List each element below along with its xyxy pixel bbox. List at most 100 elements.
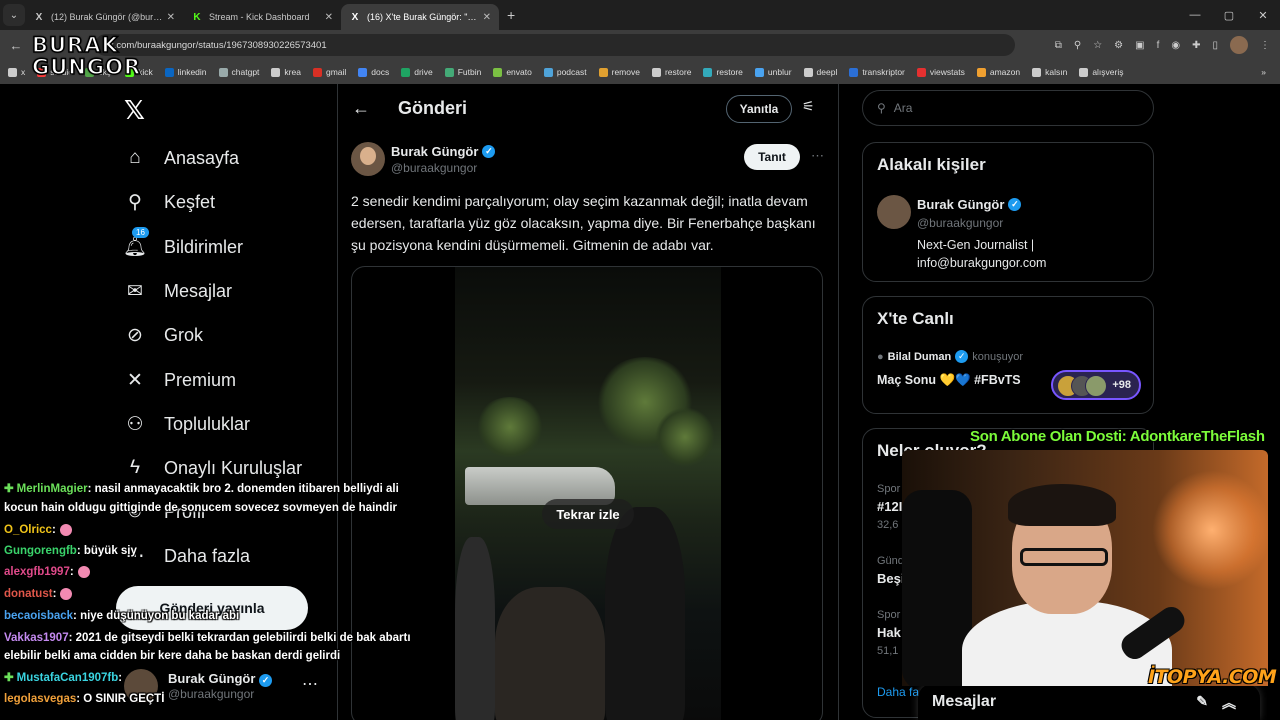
related-handle[interactable]: @buraakgungor xyxy=(917,216,1003,230)
bookmark-item[interactable]: restore xyxy=(651,67,691,77)
tab-close-icon[interactable]: ✕ xyxy=(483,12,491,23)
person-silhouette xyxy=(455,537,495,720)
nav-item-anasayfa[interactable]: ⌂ Anasayfa xyxy=(124,138,239,178)
browser-tab-2[interactable]: K Stream - Kick Dashboard ✕ xyxy=(183,4,341,30)
bookmark-favicon-icon xyxy=(218,67,228,77)
replay-button[interactable]: Tekrar izle xyxy=(542,499,634,529)
trend-name[interactable]: Beşi xyxy=(877,571,904,586)
bookmark-label: Futbin xyxy=(457,67,482,77)
bookmark-item[interactable]: gmail xyxy=(312,67,346,77)
messages-drawer[interactable]: Mesajlar ✎ ︽ xyxy=(918,684,1260,720)
space-listeners-pill[interactable]: +98 xyxy=(1051,370,1141,400)
bookmark-item[interactable]: chatgpt xyxy=(218,67,259,77)
bookmark-item[interactable]: viewstats xyxy=(916,67,965,77)
bookmark-favicon-icon xyxy=(651,67,661,77)
bookmark-item[interactable]: remove xyxy=(598,67,640,77)
bookmark-item[interactable]: Futbin xyxy=(444,67,482,77)
bookmark-favicon-icon xyxy=(543,67,553,77)
browser-tab-1[interactable]: X (12) Burak Güngör (@buraakgu ✕ xyxy=(25,4,183,30)
nav-item-bildirimler[interactable]: 🔔︎ 16 Bildirimler xyxy=(123,227,243,267)
more-bookmarks-icon[interactable]: » xyxy=(1261,67,1266,77)
bookmark-item[interactable]: envato xyxy=(493,67,532,77)
kebab-menu-icon[interactable]: ⋮ xyxy=(1260,40,1270,51)
x-logo-icon[interactable]: 𝕏 xyxy=(124,96,145,126)
bookmark-item[interactable]: kalsın xyxy=(1032,67,1067,77)
nav-label: Anasayfa xyxy=(164,147,240,168)
bookmark-item[interactable]: unblur xyxy=(754,67,792,77)
extension-icon[interactable]: f xyxy=(1157,40,1160,51)
live-host[interactable]: ● Bilal Duman ✓ konuşuyor xyxy=(877,350,1023,363)
verified-badge-icon: ✓ xyxy=(955,350,969,363)
bookmark-item[interactable]: x xyxy=(8,67,25,77)
sidebar-icon[interactable]: ▯ xyxy=(1212,40,1218,51)
trend-name[interactable]: Hak xyxy=(877,625,901,640)
avatar[interactable] xyxy=(877,195,911,229)
extension-icon[interactable]: ◉ xyxy=(1171,40,1180,51)
nav-item-premium[interactable]: ✕ Premium xyxy=(124,360,236,400)
space-title[interactable]: Maç Sonu 💛💙 #FBvTS xyxy=(877,373,1021,388)
nav-item-mesajlar[interactable]: ✉ Mesajlar xyxy=(124,271,232,311)
bookmark-item[interactable]: deepl xyxy=(803,67,837,77)
author-handle[interactable]: @buraakgungor xyxy=(391,161,477,175)
back-icon[interactable]: ← xyxy=(2,38,30,53)
bookmark-item[interactable]: docs xyxy=(358,67,389,77)
bookmark-star-icon[interactable]: ☆ xyxy=(1093,40,1102,51)
nav-item-ke-fet[interactable]: ⚲ Keşfet xyxy=(124,182,215,222)
new-message-icon[interactable]: ✎ xyxy=(1196,693,1208,713)
minimize-icon[interactable]: — xyxy=(1178,0,1212,30)
author-name[interactable]: Burak Güngör ✓ xyxy=(391,144,496,159)
reply-button[interactable]: Yanıtla xyxy=(726,95,792,123)
bookmark-item[interactable]: transkriptor xyxy=(849,67,905,77)
tab-close-icon[interactable]: ✕ xyxy=(325,12,333,23)
nav-item-topluluklar[interactable]: ⚇ Topluluklar xyxy=(124,404,250,444)
related-name[interactable]: Burak Güngör ✓ xyxy=(917,197,1022,212)
close-window-icon[interactable]: ✕ xyxy=(1246,0,1280,30)
profile-avatar[interactable] xyxy=(1230,36,1248,54)
extension-icon[interactable]: ⚙ xyxy=(1114,40,1123,51)
extension-icon[interactable]: ▣ xyxy=(1135,40,1144,51)
bookmark-item[interactable]: podcast xyxy=(543,67,587,77)
chat-text: : 2021 de gitseydi belki tekrardan geleb… xyxy=(68,632,411,644)
host-name: Bilal Duman xyxy=(887,350,952,363)
address-bar[interactable]: x.com/buraakgungor/status/19673089302265… xyxy=(95,34,1015,56)
streamer-hair xyxy=(1008,484,1116,526)
bookmark-favicon-icon xyxy=(703,67,713,77)
chat-emote-icon xyxy=(59,523,72,536)
search-input[interactable]: ⚲ Ara xyxy=(862,90,1154,126)
tab-close-icon[interactable]: ✕ xyxy=(167,12,175,23)
bookmark-item[interactable]: alışveriş xyxy=(1079,67,1124,77)
back-arrow-icon[interactable]: ← xyxy=(352,98,370,119)
trend-name[interactable]: #12I xyxy=(877,499,902,514)
show-more-link[interactable]: Daha fa xyxy=(877,685,919,699)
bookmark-item[interactable]: krea xyxy=(271,67,301,77)
nav-label: Topluluklar xyxy=(164,413,251,434)
lamp-light xyxy=(1152,470,1268,590)
cast-icon[interactable]: ⧉ xyxy=(1055,40,1062,51)
bookmark-item[interactable]: restore xyxy=(703,67,743,77)
browser-tab-3-active[interactable]: X (16) X'te Burak Güngör: "2 sene ✕ xyxy=(341,4,499,30)
avatar[interactable] xyxy=(351,142,385,176)
new-tab-icon[interactable]: + xyxy=(507,7,515,23)
tab-search-button[interactable]: ⌄ xyxy=(3,4,25,26)
bookmark-item[interactable]: drive xyxy=(401,67,433,77)
x-favicon-icon: X xyxy=(35,11,43,23)
nav-item-grok[interactable]: ⊘ Grok xyxy=(124,315,203,355)
filter-sliders-icon[interactable]: ⚟ xyxy=(802,98,815,115)
bookmark-favicon-icon xyxy=(312,67,322,77)
expand-icon[interactable]: ︽ xyxy=(1222,693,1236,713)
tree xyxy=(655,407,715,467)
host-status: konuşuyor xyxy=(972,350,1023,363)
extensions-puzzle-icon[interactable]: ✚ xyxy=(1192,40,1200,51)
chat-message: alexgfb1997: xyxy=(4,563,90,581)
bookmark-item[interactable]: linkedin xyxy=(164,67,207,77)
maximize-icon[interactable]: ▢ xyxy=(1212,0,1246,30)
lightning-icon: ϟ xyxy=(129,457,141,478)
window-controls: — ▢ ✕ xyxy=(1178,0,1280,30)
bookmark-item[interactable]: amazon xyxy=(976,67,1020,77)
bookmark-label: viewstats xyxy=(929,67,965,77)
more-options-icon[interactable]: ⋯ xyxy=(811,148,824,164)
promote-button[interactable]: Tanıt xyxy=(744,144,800,170)
related-bio: Next-Gen Journalist | info@burakgungor.c… xyxy=(917,238,1047,270)
toolbar-icons: ⧉ ⚲ ☆ ⚙ ▣ f ◉ ✚ ▯ ⋮ xyxy=(1055,30,1270,60)
zoom-icon[interactable]: ⚲ xyxy=(1074,40,1081,51)
